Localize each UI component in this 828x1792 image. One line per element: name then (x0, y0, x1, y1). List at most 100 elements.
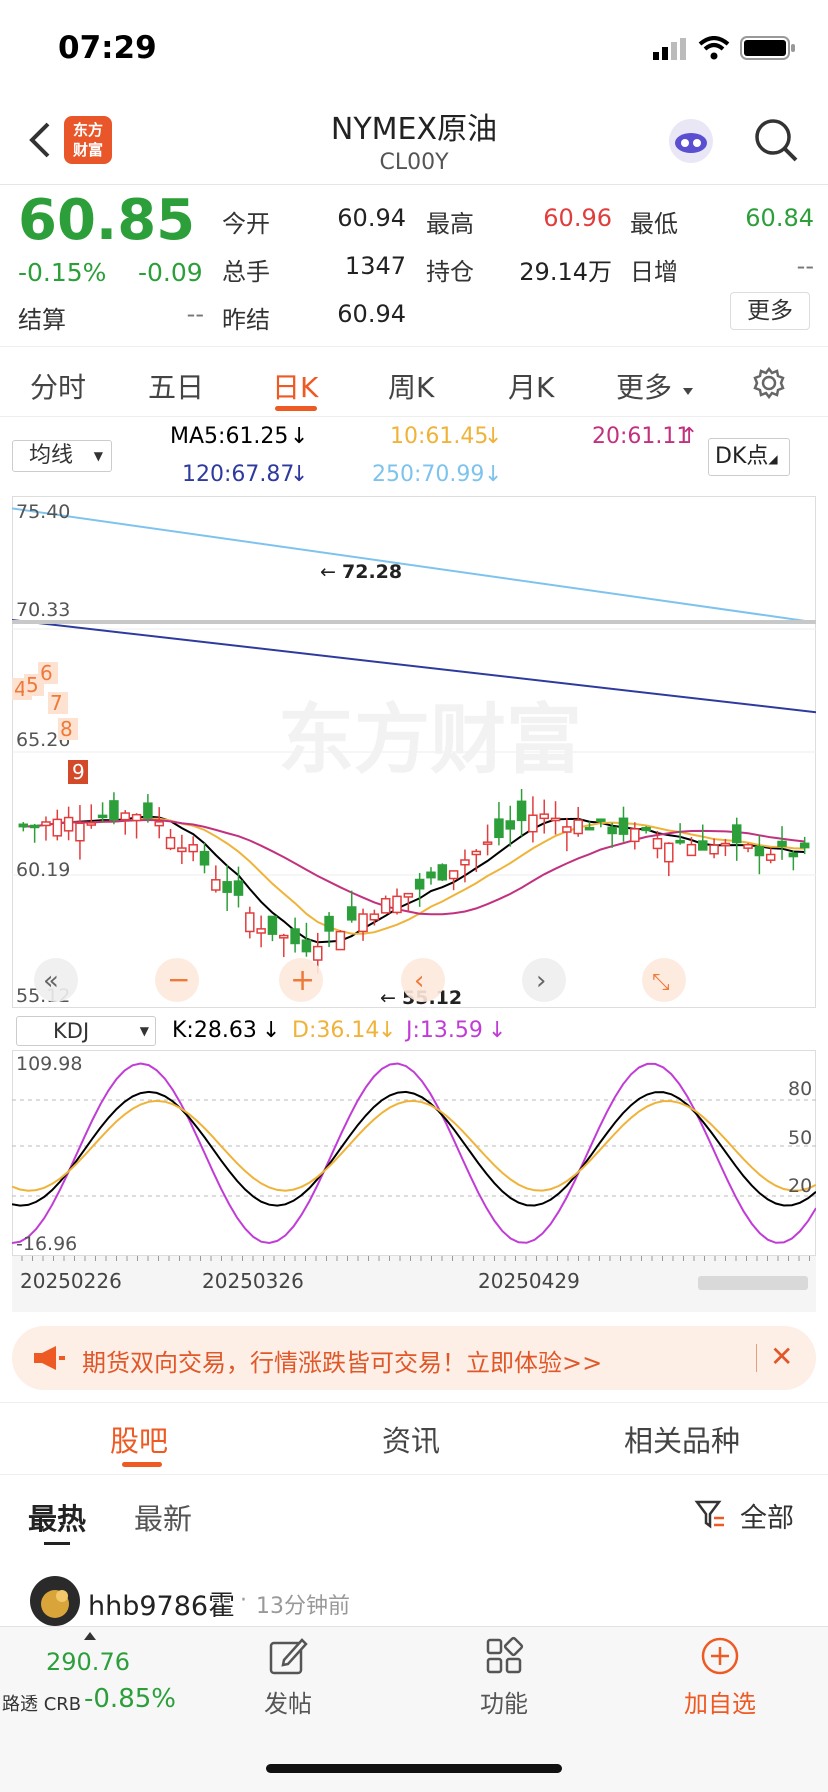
candle-body (630, 828, 640, 843)
candle-body (358, 913, 368, 933)
candle-body (675, 839, 685, 844)
change-value: -0.09 (138, 258, 203, 287)
candle-body (369, 913, 380, 921)
tab-more[interactable]: 更多 (616, 366, 672, 406)
candle-body (437, 864, 448, 881)
candle-body (460, 859, 470, 866)
dropdown-icon-kdj: ▼ (139, 1024, 149, 1038)
volume-value: 1347 (344, 252, 406, 280)
more-quote-button[interactable]: 更多 (730, 292, 810, 330)
candle-body (494, 818, 504, 839)
minus-icon: − (167, 963, 190, 996)
y-tick-70-33: 70.33 (16, 599, 70, 621)
candle-body (97, 814, 108, 819)
tab-timeshare[interactable]: 分时 (30, 366, 86, 406)
index-value[interactable]: 290.76 (46, 1648, 130, 1676)
x-label-20250326: 20250326 (202, 1269, 304, 1293)
ma250-arrow: ↓ (484, 462, 503, 487)
candle-body (799, 842, 810, 849)
candle-body (188, 844, 198, 853)
candle-body (414, 878, 425, 890)
candle-body (154, 821, 164, 827)
section-tab-underline (122, 1462, 162, 1467)
candle-body (335, 930, 346, 951)
kdj-level-50: 50 (788, 1127, 812, 1149)
section-tab-news[interactable]: 资讯 (382, 1418, 440, 1460)
tab-five-day[interactable]: 五日 (148, 366, 204, 406)
robot-assistant-icon[interactable] (666, 116, 716, 166)
index-change[interactable]: -0.85% (84, 1684, 176, 1714)
indicator-selector-label: KDJ (53, 1019, 90, 1043)
signal-8: 8 (60, 717, 73, 741)
section-tab-related[interactable]: 相关品种 (624, 1418, 740, 1460)
candle-body (765, 853, 776, 861)
close-banner-icon[interactable]: ✕ (770, 1340, 798, 1374)
kdj-d-arrow: ↓ (378, 1018, 397, 1043)
candle-body (664, 842, 674, 863)
candle-body (143, 802, 153, 819)
add-watchlist-icon[interactable] (700, 1636, 740, 1676)
banner-divider (756, 1344, 757, 1372)
candle-body (267, 915, 278, 935)
dk-point-button[interactable]: DK点◢ (708, 438, 790, 476)
candle-body (301, 939, 312, 953)
open-interest-label: 持仓 (426, 258, 474, 286)
filter-hot[interactable]: 最热 (28, 1496, 86, 1538)
kline-chart[interactable]: 东方财富 75.40 70.33 65.26 60.19 55.12 ← 72.… (12, 496, 816, 1008)
ma10-arrow: ↓ (484, 424, 503, 449)
candle-body (686, 843, 697, 857)
kdj-chart[interactable]: 109.98 -16.96 80 50 20 20250226 20250326… (12, 1050, 816, 1312)
post-button-label[interactable]: 发帖 (228, 1684, 348, 1719)
kdj-level-80: 80 (788, 1078, 812, 1100)
x-label-20250429: 20250429 (478, 1269, 580, 1293)
functions-grid-icon[interactable] (484, 1636, 524, 1676)
post-username[interactable]: hhb9786霍 (88, 1584, 235, 1623)
last-price: 60.85 (18, 188, 196, 253)
add-watchlist-label[interactable]: 加自选 (660, 1684, 780, 1719)
scroll-indicator[interactable] (698, 1276, 808, 1290)
promo-text[interactable]: 期货双向交易，行情涨跌皆可交易！立即体验>> (82, 1343, 602, 1378)
dropdown-triangle-icon (683, 388, 693, 395)
wifi-icon (698, 36, 730, 60)
signal-icon (653, 38, 687, 60)
low-value: 60.84 (745, 204, 814, 232)
double-left-icon: « (43, 966, 59, 996)
kdj-d-label: D:36.14 (292, 1018, 380, 1043)
tab-daily-k[interactable]: 日K (272, 366, 318, 406)
ma-selector[interactable]: 均线 ▼ (12, 440, 112, 472)
high-label: 最高 (426, 210, 474, 238)
post-edit-icon[interactable] (268, 1636, 308, 1676)
functions-button-label[interactable]: 功能 (444, 1684, 564, 1719)
status-time: 07:29 (58, 30, 157, 66)
section-tab-forum[interactable]: 股吧 (110, 1418, 168, 1460)
open-value: 60.94 (337, 204, 406, 232)
search-icon[interactable] (752, 116, 800, 164)
megaphone-icon (32, 1344, 66, 1372)
settings-gear-icon[interactable] (752, 366, 786, 400)
tab-weekly-k[interactable]: 周K (388, 366, 434, 406)
tab-monthly-k[interactable]: 月K (508, 366, 554, 406)
candle-body (618, 817, 629, 835)
avatar[interactable] (30, 1576, 80, 1626)
filter-all[interactable]: 全部 (740, 1496, 794, 1535)
candle-body (550, 817, 561, 822)
candle-body (471, 850, 482, 856)
index-name[interactable]: 路透 CRB (2, 1690, 81, 1716)
candle-body (743, 843, 753, 849)
indicator-selector[interactable]: KDJ ▼ (16, 1016, 156, 1046)
post-time: 13分钟前 (256, 1594, 350, 1619)
candle-body (731, 824, 742, 844)
candle-body (109, 800, 119, 821)
candle-body (652, 838, 663, 850)
candle-body (245, 912, 255, 933)
candle-body (426, 871, 436, 879)
filter-new[interactable]: 最新 (134, 1496, 192, 1538)
ma10-label: 10:61.45 (390, 424, 489, 449)
filter-funnel-icon[interactable] (694, 1498, 726, 1530)
daily-increase-label: 日增 (630, 258, 678, 286)
candle-body (380, 897, 391, 914)
high-value: 60.96 (543, 204, 612, 232)
candle-body (403, 892, 414, 898)
candle-body (41, 821, 51, 827)
y-tick-60-19: 60.19 (16, 859, 70, 881)
